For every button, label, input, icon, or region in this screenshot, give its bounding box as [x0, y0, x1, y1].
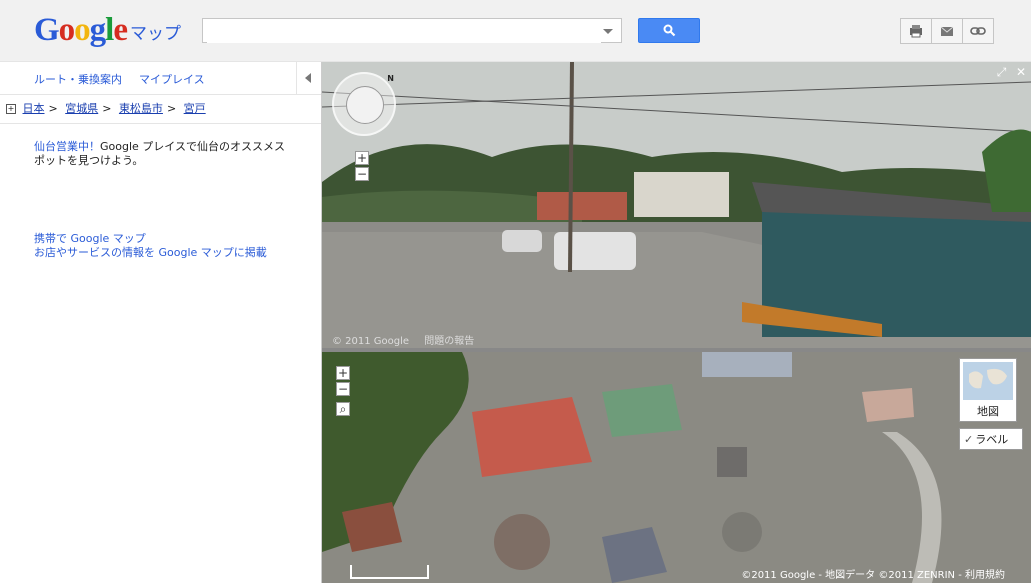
map-zoom: + − ⌕	[336, 366, 350, 418]
navigation-compass[interactable]: N	[332, 72, 396, 136]
label-toggle-text: ラベル	[975, 433, 1009, 446]
expand-icon[interactable]: +	[6, 104, 16, 114]
world-map-icon	[969, 368, 1007, 389]
maptype-label: 地図	[977, 405, 999, 418]
maptype-button[interactable]: 地図	[959, 358, 1017, 422]
breadcrumb-item[interactable]: 宮戸	[184, 102, 206, 115]
map-copyright: ©2011 Google - 地図データ ©2011 ZENRIN - 利用規約	[741, 570, 1005, 581]
zoom-out-button[interactable]: −	[336, 382, 350, 396]
mail-button[interactable]	[932, 19, 963, 43]
breadcrumb-item[interactable]: 日本	[23, 102, 45, 115]
mobile-maps-link[interactable]: 携帯で Google マップ	[34, 232, 267, 246]
label-toggle[interactable]: ✓ ラベル	[959, 428, 1023, 450]
myplaces-link[interactable]: マイプレイス	[139, 71, 205, 87]
dropdown-arrow-icon[interactable]	[603, 29, 613, 34]
street-view-footer: © 2011 Google 問題の報告	[332, 332, 486, 347]
street-view-controls: ⤢ ✕	[992, 66, 1028, 79]
breadcrumb-item[interactable]: 東松島市	[119, 102, 163, 115]
street-view-copyright: © 2011 Google	[332, 336, 410, 347]
search-icon	[663, 24, 676, 37]
sidebar-links: 携帯で Google マップ お店やサービスの情報を Google マップに掲載	[34, 232, 267, 260]
google-logo[interactable]: Google	[34, 12, 128, 49]
breadcrumb-item[interactable]: 宮城県	[65, 102, 98, 115]
street-view-image	[322, 62, 1031, 348]
breadcrumb: + 日本 > 宮城県 > 東松島市 > 宮戸	[0, 95, 321, 124]
search-button[interactable]	[638, 18, 700, 43]
street-view-zoom: + −	[355, 151, 369, 183]
sidebar: ルート・乗換案内 マイプレイス + 日本 > 宮城県 > 東松島市 > 宮戸 仙台営業…	[0, 62, 322, 583]
print-button[interactable]	[901, 19, 932, 43]
search-box[interactable]	[202, 18, 622, 43]
satellite-image	[322, 352, 1031, 583]
mail-icon	[940, 26, 954, 36]
promo-text: 仙台営業中！Google プレイスで仙台のオススメスポットを見つけよう。	[34, 140, 294, 168]
map-thumbnail	[963, 362, 1013, 400]
map-panel[interactable]: + − ⌕ 地図 ✓ ラベル ©2011 Google - 地図データ ©2011…	[322, 352, 1031, 583]
zoom-area-icon[interactable]: ⌕	[336, 402, 350, 416]
print-icon	[910, 25, 922, 38]
fullscreen-icon[interactable]: ⤢	[996, 66, 1008, 78]
header: Google マップ	[0, 0, 1031, 62]
zoom-out-button[interactable]: −	[355, 167, 369, 181]
compass-north-label: N	[387, 74, 394, 83]
link-icon	[970, 27, 986, 35]
street-view-panel[interactable]: N + − © 2011 Google 問題の報告 ⤢ ✕	[322, 62, 1031, 352]
sidebar-nav: ルート・乗換案内 マイプレイス	[0, 62, 321, 95]
promo-link[interactable]: 仙台営業中！	[34, 140, 100, 153]
pan-hand-icon[interactable]	[346, 86, 384, 124]
close-icon[interactable]: ✕	[1015, 66, 1027, 78]
toolbar	[900, 18, 994, 44]
business-listing-link[interactable]: お店やサービスの情報を Google マップに掲載	[34, 246, 267, 260]
report-problem-link[interactable]: 問題の報告	[424, 336, 474, 347]
checkmark-icon: ✓	[964, 433, 974, 446]
link-button[interactable]	[963, 19, 993, 43]
route-link[interactable]: ルート・乗換案内	[34, 71, 122, 87]
zoom-in-button[interactable]: +	[355, 151, 369, 165]
collapse-sidebar-button[interactable]	[296, 62, 321, 94]
zoom-in-button[interactable]: +	[336, 366, 350, 380]
scale-bar	[350, 565, 429, 579]
logo-subtitle: マップ	[130, 24, 181, 44]
search-input[interactable]	[207, 20, 601, 43]
